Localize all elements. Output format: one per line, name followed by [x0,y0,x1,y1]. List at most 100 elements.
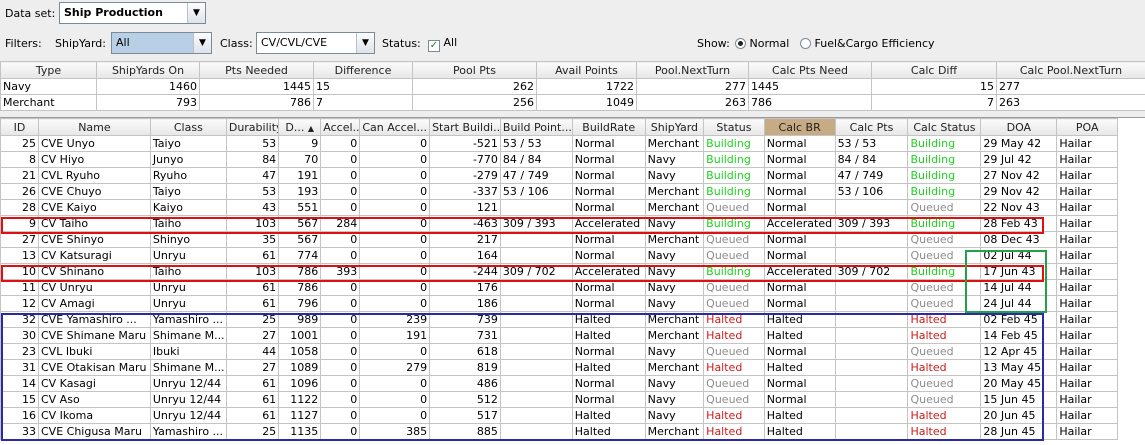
table-row[interactable]: 11 CV Unryu Unryu 61 786 0 0 176 Normal Navy Queue… [0,279,1118,296]
cell-durability: 25 [225,423,280,440]
cell-calc-status: Halted [907,359,982,376]
table-row[interactable]: 9 CV Taiho Taiho 103 567 284 0 -463 309 / 393 Acc… [0,215,1118,232]
cell-status: Queued [703,247,765,264]
summary-header[interactable]: Pool.NextTurn [636,61,749,79]
col-header-build-points[interactable]: Build Point... [499,118,573,136]
cell-status: Halted [703,407,765,424]
cell-accel: 0 [320,407,361,424]
cell-poa: Hailar [1056,215,1118,232]
col-header-status[interactable]: Status [703,118,765,136]
table-row[interactable]: 16 CV Ikoma Unryu 12/44 61 1127 0 0 517 Halted Na… [0,407,1118,424]
table-row[interactable]: 13 CV Katsuragi Unryu 61 774 0 0 164 Normal Navy Q… [0,247,1118,264]
cell-d: 551 [278,199,322,216]
summary-header[interactable]: Difference [313,61,413,79]
cell-buildrate: Normal [571,231,646,248]
cell-shipyard: Merchant [644,327,705,344]
cell-name: CV Kasagi [37,375,151,392]
summary-cell: 263 [996,94,1145,111]
col-header-accel[interactable]: Accel... [320,118,361,136]
table-row[interactable]: 26 CVE Chuyo Taiyo 53 193 0 0 -337 53 / 106 Norma… [0,183,1118,200]
summary-header[interactable]: Calc Diff [871,61,997,79]
chevron-down-icon[interactable]: ▼ [187,3,205,23]
cell-buildrate: Normal [571,391,646,408]
col-header-calc-pts[interactable]: Calc Pts [834,118,909,136]
cell-durability: 61 [225,375,280,392]
summary-header[interactable]: Calc Pool.NextTurn [996,61,1145,79]
show-normal-radio[interactable]: Normal [735,37,789,50]
table-row[interactable]: 21 CVL Ryuho Ryuho 47 191 0 0 -279 47 / 749 Norma… [0,167,1118,184]
table-row[interactable]: 23 CVL Ibuki Ibuki 44 1058 0 0 618 Normal Navy Que… [0,343,1118,360]
col-header-shipyard[interactable]: ShipYard [644,118,705,136]
table-row[interactable]: 31 CVE Otakisan Maru Shimane M... 27 1089 0 27… [0,359,1118,376]
table-row[interactable]: 25 CVE Unyo Taiyo 53 9 0 0 -521 53 / 53 Normal Mer… [0,135,1118,152]
summary-row[interactable]: Merchant 793 786 7 256 1049 263 786 7 263 [0,94,1145,111]
col-header-name[interactable]: Name [37,118,151,136]
col-header-durability[interactable]: Durability [225,118,280,136]
cell-calc-br: Normal [763,247,836,264]
summary-header[interactable]: Pool Pts [412,61,537,79]
col-header-id[interactable]: ID [0,118,39,136]
table-row[interactable]: 33 CVE Chigusa Maru Yamashiro ... 25 1135 0 38… [0,423,1118,440]
table-row[interactable]: 12 CV Amagi Unryu 61 796 0 0 186 Normal Navy Queue… [0,295,1118,312]
cell-calc-status: Queued [907,231,982,248]
shipyard-combo[interactable]: All ▼ [111,32,212,54]
show-fuel-radio[interactable]: Fuel&Cargo Efficiency [800,37,935,50]
cell-calc-status: Building [907,263,982,280]
cell-buildrate: Normal [571,247,646,264]
table-row[interactable]: 27 CVE Shinyo Shinyo 35 567 0 0 217 Normal Mercha… [0,231,1118,248]
table-row[interactable]: 30 CVE Shimane Maru Shimane M... 27 1001 0 191… [0,327,1118,344]
status-dropdown[interactable]: ✓ All [428,36,457,52]
col-header-d[interactable]: D... ▲ [278,118,322,136]
summary-header[interactable]: Pts Needed [199,61,314,79]
cell-d: 796 [278,295,322,312]
cell-calc-pts [834,199,909,216]
cell-accel: 0 [320,199,361,216]
cell-calc-pts: 309 / 393 [834,215,909,232]
table-row[interactable]: 10 CV Shinano Taiho 103 786 393 0 -244 309 / 702… [0,263,1118,280]
cell-class: Taiyo [149,135,227,152]
cell-build-points [499,199,573,216]
col-header-d-label: D... [285,120,305,134]
summary-header[interactable]: Calc Pts Need [748,61,872,79]
table-row[interactable]: 8 CV Hiyo Junyo 84 70 0 0 -770 84 / 84 Normal Navy… [0,151,1118,168]
class-combo[interactable]: CV/CVL/CVE ▼ [256,32,375,54]
cell-calc-status: Halted [907,327,982,344]
cell-calc-br: Normal [763,231,836,248]
summary-row[interactable]: Navy 1460 1445 15 262 1722 277 1445 15 277 [0,78,1145,95]
cell-build-points: 53 / 53 [499,135,573,152]
cell-calc-pts: 53 / 53 [834,135,909,152]
cell-shipyard: Merchant [644,311,705,328]
col-header-poa[interactable]: POA [1056,118,1118,136]
col-header-class[interactable]: Class [149,118,227,136]
production-table-panel[interactable]: ID Name Class Durability D... ▲ Accel...… [0,117,1145,445]
cell-buildrate: Halted [571,407,646,424]
chevron-down-icon[interactable]: ▼ [193,33,211,53]
cell-start-building: 176 [429,279,501,296]
table-row[interactable]: 15 CV Aso Unryu 12/44 61 1122 0 0 512 Normal Navy… [0,391,1118,408]
col-header-doa[interactable]: DOA [980,118,1058,136]
cell-durability: 27 [225,359,280,376]
table-row[interactable]: 14 CV Kasagi Unryu 12/44 61 1096 0 0 486 Normal N… [0,375,1118,392]
summary-header[interactable]: Type [0,61,97,79]
table-row[interactable]: 32 CVE Yamashiro ... Yamashiro ... 25 989 0 23… [0,311,1118,328]
cell-d: 1122 [278,391,322,408]
summary-header[interactable]: Avail Points [536,61,637,79]
cell-class: Taiyo [149,183,227,200]
cell-can-accel: 0 [359,263,431,280]
table-row[interactable]: 28 CVE Kaiyo Kaiyo 43 551 0 0 121 Normal Merchant… [0,199,1118,216]
chevron-down-icon[interactable]: ▼ [356,33,374,53]
cell-calc-status: Queued [907,247,982,264]
col-header-buildrate[interactable]: BuildRate [571,118,646,136]
cell-durability: 84 [225,151,280,168]
dataset-label: Data set: [5,7,56,20]
status-label: Status: [382,37,421,50]
col-header-can-accel[interactable]: Can Accel... [359,118,431,136]
summary-header[interactable]: ShipYards On [96,61,200,79]
col-header-calc-br[interactable]: Calc BR [763,118,836,136]
col-header-start-building[interactable]: Start Buildi... [429,118,501,136]
cell-name: CV Aso [37,391,151,408]
cell-doa: 13 May 45 [980,359,1058,376]
cell-calc-status: Halted [907,311,982,328]
col-header-calc-status[interactable]: Calc Status [907,118,982,136]
dataset-combo[interactable]: Ship Production ▼ [59,2,206,24]
